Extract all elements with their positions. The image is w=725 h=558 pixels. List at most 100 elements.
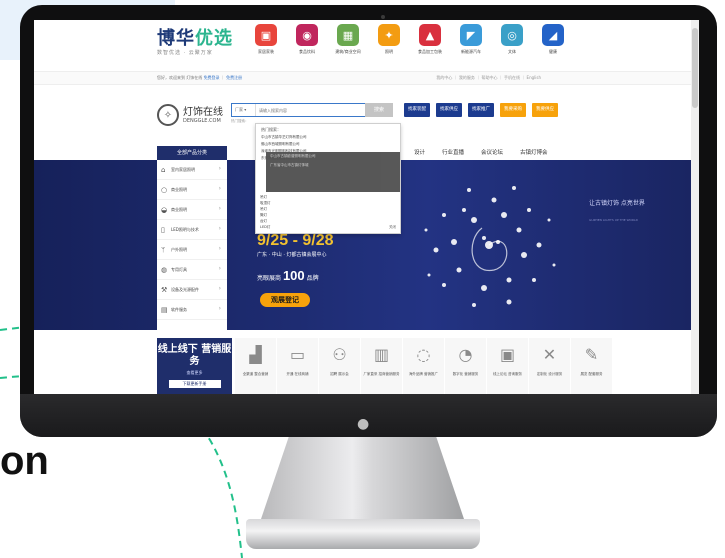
top-nav-label: 新能源汽车 bbox=[461, 49, 481, 54]
top-nav-item[interactable]: ◎ 文体 bbox=[492, 24, 532, 55]
sofa-icon: ▣ bbox=[255, 24, 277, 46]
register-link[interactable]: 免费注册 bbox=[226, 75, 242, 80]
banner-date: 9/25 - 9/28 bbox=[257, 232, 334, 249]
top-nav-label: 照明 bbox=[385, 49, 393, 54]
category-label: 户外照明 bbox=[171, 246, 187, 252]
dropdown-suggestion-highlighted[interactable]: 中山市古镇欧普照明有限公司 bbox=[266, 152, 400, 161]
pie-icon: ◔ bbox=[458, 345, 473, 364]
service-item[interactable]: ▣ 线上论坛 咨询服务 bbox=[487, 338, 528, 394]
search-scope-select[interactable]: 厂家 ▾ bbox=[232, 104, 256, 116]
hot-search-label: 热门搜索： bbox=[231, 119, 249, 123]
spotlight-icon: ◒ bbox=[161, 205, 168, 214]
dropdown-keyword[interactable]: LED灯 bbox=[260, 224, 271, 230]
banner-place: 广东 · 中山 · 灯都古镇会展中心 bbox=[257, 252, 327, 258]
download-manual-button[interactable]: 下载更新手册 bbox=[168, 380, 221, 388]
brand-title-main: 博华 bbox=[157, 28, 195, 49]
top-nav-item[interactable]: ◉ 食品饮料 bbox=[287, 24, 327, 55]
action-button[interactable]: 找家装配 bbox=[404, 103, 430, 117]
search-scope-label: 厂家 bbox=[235, 107, 243, 112]
action-button[interactable]: 找家供应 bbox=[436, 103, 462, 117]
action-buttons: 找家装配 找家供应 找家推广 我要采购 我要供应 bbox=[404, 103, 564, 117]
all-categories-header[interactable]: 全部产品分类 bbox=[157, 146, 227, 160]
planet-icon: ◌ bbox=[416, 345, 431, 364]
nav-link[interactable]: 会议论坛 bbox=[481, 146, 503, 160]
service-item[interactable]: ▥ 厂家直采 招商营销服务 bbox=[361, 338, 402, 394]
nav-link[interactable]: 设计 bbox=[414, 146, 425, 160]
category-item[interactable]: ⌂ 室内家居照明 › bbox=[157, 160, 227, 180]
health-icon: ◢ bbox=[542, 24, 564, 46]
led-icon: ▯ bbox=[161, 225, 165, 234]
store-icon: ▭ bbox=[289, 345, 306, 364]
apple-logo-icon: ● bbox=[357, 416, 370, 432]
action-button[interactable]: 我要采购 bbox=[500, 103, 526, 117]
outdoor-lamp-icon: ᛘ bbox=[161, 245, 166, 254]
lamp-icon: ✦ bbox=[378, 24, 400, 46]
services-promo: 线上线下 营销服务 查看更多 下载更新手册 bbox=[157, 338, 232, 394]
user-links[interactable]: 我的中心 ｜ 我的服务 ｜ 帮助中心 ｜ 手机在线 ｜ English bbox=[436, 75, 541, 81]
category-item[interactable]: ◒ 商业照明 › bbox=[157, 200, 227, 220]
top-nav-item[interactable]: ▲ 食品加工包装 bbox=[410, 24, 450, 55]
register-visit-button[interactable]: 观展登记 bbox=[260, 293, 310, 307]
top-nav-item[interactable]: ▦ 建筑/商业空间 bbox=[328, 24, 368, 55]
scrollbar[interactable] bbox=[691, 20, 699, 394]
nav-link[interactable]: 行业直播 bbox=[442, 146, 464, 160]
chevron-right-icon: › bbox=[218, 205, 221, 212]
top-nav-item[interactable]: ✦ 照明 bbox=[369, 24, 409, 55]
top-nav-label: 文体 bbox=[508, 49, 516, 54]
category-item[interactable]: ⚒ 设备及光源配件 › bbox=[157, 280, 227, 300]
dropdown-highlight: 中山市古镇欧普照明有限公司 广东省中山市古镇灯饰城 bbox=[266, 152, 400, 192]
action-button[interactable]: 找家推广 bbox=[468, 103, 494, 117]
lamp-swirl-graphic bbox=[424, 186, 556, 307]
dropdown-suggestion[interactable]: 佛山市西城照明有限公司 bbox=[256, 141, 400, 148]
service-item[interactable]: ▟ 全渠道 整合营销 bbox=[235, 338, 276, 394]
top-nav-label: 食品饮料 bbox=[299, 49, 315, 54]
category-label: LED照明与技术 bbox=[171, 226, 199, 232]
monitor-stand-base bbox=[246, 519, 480, 549]
service-item[interactable]: ▭ 开通 在线商铺 bbox=[277, 338, 318, 394]
top-nav-label: 家居家装 bbox=[258, 49, 274, 54]
chart-icon: ▟ bbox=[249, 345, 262, 364]
search-button[interactable]: 搜索 bbox=[365, 103, 393, 117]
service-item[interactable]: ✕ 定制化 设计服务 bbox=[529, 338, 570, 394]
brand-slogan: 数智优选 · 云聚万家 bbox=[157, 50, 213, 56]
top-nav-item[interactable]: ◢ 健康 bbox=[533, 24, 573, 55]
dropdown-close[interactable]: 关闭 bbox=[389, 225, 396, 230]
building-icon: ▥ bbox=[373, 345, 390, 364]
brand-logo[interactable]: 博华优选 数智优选 · 云聚万家 bbox=[157, 24, 233, 56]
top-nav-item[interactable]: ▣ 家居家装 bbox=[246, 24, 286, 55]
ceiling-lamp-icon: ⌂ bbox=[161, 165, 166, 174]
service-label: 数字化 营销服务 bbox=[452, 372, 479, 376]
brand-title-highlight: 优选 bbox=[195, 28, 233, 49]
services-promo-title: 线上线下 营销服务 bbox=[157, 344, 232, 367]
category-item[interactable]: ▤ 软件服务 › bbox=[157, 300, 227, 320]
monitor-stand bbox=[260, 437, 465, 522]
top-nav-item[interactable]: ◤ 新能源汽车 bbox=[451, 24, 491, 55]
design-icon: ✕ bbox=[542, 345, 557, 364]
site-logo[interactable]: ✧ 灯饰在线 DENGGLE.COM bbox=[157, 104, 223, 126]
service-label: 招聘 展示会 bbox=[330, 372, 349, 376]
service-item[interactable]: ◌ 海外品牌 营销推广 bbox=[403, 338, 444, 394]
dropdown-suggestion-highlighted[interactable]: 广东省中山市古镇灯饰城 bbox=[266, 161, 400, 170]
service-label: 展览 配套服务 bbox=[580, 372, 603, 376]
service-label: 线上论坛 咨询服务 bbox=[492, 372, 523, 376]
service-item[interactable]: ⚇ 招聘 展示会 bbox=[319, 338, 360, 394]
service-item[interactable]: ✎ 展览 配套服务 bbox=[571, 338, 612, 394]
service-label: 全渠道 整合营销 bbox=[242, 372, 269, 376]
category-item[interactable]: ▯ LED照明与技术 › bbox=[157, 220, 227, 240]
category-item[interactable]: ○ 商业照明 › bbox=[157, 180, 227, 200]
software-icon: ▤ bbox=[161, 305, 168, 314]
banner-stat-prefix: 亮眼展商 bbox=[257, 275, 282, 282]
info-bar: 您好，欢迎来到 灯饰在线 免费登录 ｜ 免费注册 我的中心 ｜ 我的服务 ｜ 帮… bbox=[34, 71, 691, 85]
service-item[interactable]: ◔ 数字化 营销服务 bbox=[445, 338, 486, 394]
dropdown-suggestion[interactable]: 中山市古镇华艺灯饰有限公司 bbox=[256, 134, 400, 141]
category-item[interactable]: ᛘ 户外照明 › bbox=[157, 240, 227, 260]
banner-slogan: 让古镇灯饰 点亮世界 bbox=[589, 200, 645, 207]
category-item[interactable]: ◍ 专用灯具 › bbox=[157, 260, 227, 280]
scrollbar-thumb[interactable] bbox=[692, 28, 698, 108]
nav-link[interactable]: 古镇灯博会 bbox=[520, 146, 548, 160]
login-link[interactable]: 免费登录 bbox=[204, 75, 220, 80]
action-button[interactable]: 我要供应 bbox=[532, 103, 558, 117]
target-icon: ◎ bbox=[501, 24, 523, 46]
services-more-link[interactable]: 查看更多 bbox=[157, 370, 232, 376]
category-label: 商业照明 bbox=[171, 206, 187, 212]
